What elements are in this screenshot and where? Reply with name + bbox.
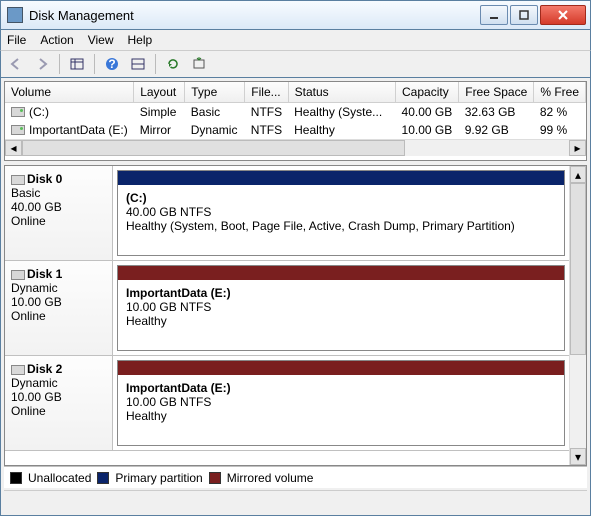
disk-icon (11, 270, 25, 280)
volume-body: (C:)40.00 GB NTFSHealthy (System, Boot, … (118, 185, 564, 255)
close-button[interactable] (540, 5, 586, 25)
content-area: Volume Layout Type File... Status Capaci… (0, 78, 591, 516)
menu-action[interactable]: Action (40, 33, 73, 47)
table-row[interactable]: ImportantData (E:)MirrorDynamicNTFSHealt… (5, 121, 586, 139)
disk-icon (11, 175, 25, 185)
disk-volumes: ImportantData (E:)10.00 GB NTFSHealthy (113, 356, 569, 450)
swatch-mirrored (209, 472, 221, 484)
volume-body: ImportantData (E:)10.00 GB NTFSHealthy (118, 375, 564, 445)
menu-bar: File Action View Help (0, 30, 591, 50)
volume-box[interactable]: ImportantData (E:)10.00 GB NTFSHealthy (117, 360, 565, 446)
col-free[interactable]: Free Space (459, 82, 534, 102)
disk-icon (11, 365, 25, 375)
refresh-button[interactable] (162, 53, 184, 75)
legend-primary: Primary partition (115, 471, 202, 485)
volume-box[interactable]: (C:)40.00 GB NTFSHealthy (System, Boot, … (117, 170, 565, 256)
scroll-up-button[interactable]: ▴ (570, 166, 586, 183)
scroll-thumb[interactable] (22, 140, 405, 156)
vertical-scrollbar[interactable]: ▴ ▾ (569, 166, 586, 465)
legend: Unallocated Primary partition Mirrored v… (4, 466, 587, 488)
volume-box[interactable]: ImportantData (E:)10.00 GB NTFSHealthy (117, 265, 565, 351)
help-button[interactable]: ? (101, 53, 123, 75)
title-bar: Disk Management (0, 0, 591, 30)
volume-body: ImportantData (E:)10.00 GB NTFSHealthy (118, 280, 564, 350)
scroll-thumb[interactable] (570, 183, 586, 355)
scroll-left-button[interactable]: ◂ (5, 140, 22, 156)
back-button[interactable] (5, 53, 27, 75)
disk-volumes: ImportantData (E:)10.00 GB NTFSHealthy (113, 261, 569, 355)
horizontal-scrollbar[interactable]: ◂ ▸ (5, 139, 586, 156)
disk-row: Disk 1Dynamic10.00 GBOnlineImportantData… (5, 261, 569, 356)
volume-table: Volume Layout Type File... Status Capaci… (5, 82, 586, 139)
disk-info[interactable]: Disk 0Basic40.00 GBOnline (5, 166, 113, 260)
col-file[interactable]: File... (245, 82, 288, 102)
disk-row: Disk 0Basic40.00 GBOnline(C:)40.00 GB NT… (5, 166, 569, 261)
col-capacity[interactable]: Capacity (396, 82, 459, 102)
col-layout[interactable]: Layout (134, 82, 185, 102)
scroll-down-button[interactable]: ▾ (570, 448, 586, 465)
col-pct[interactable]: % Free (534, 82, 586, 102)
table-header-row: Volume Layout Type File... Status Capaci… (5, 82, 586, 102)
drive-icon (11, 107, 25, 117)
col-volume[interactable]: Volume (5, 82, 134, 102)
view-bottom-button[interactable] (127, 53, 149, 75)
view-list-button[interactable] (66, 53, 88, 75)
legend-mirrored: Mirrored volume (227, 471, 314, 485)
menu-help[interactable]: Help (128, 33, 153, 47)
scroll-track[interactable] (570, 183, 586, 448)
disk-info[interactable]: Disk 1Dynamic10.00 GBOnline (5, 261, 113, 355)
forward-button[interactable] (31, 53, 53, 75)
volume-list-pane: Volume Layout Type File... Status Capaci… (4, 81, 587, 161)
drive-icon (11, 125, 25, 135)
disk-rows: Disk 0Basic40.00 GBOnline(C:)40.00 GB NT… (5, 166, 569, 465)
disk-row: Disk 2Dynamic10.00 GBOnlineImportantData… (5, 356, 569, 451)
minimize-button[interactable] (480, 5, 508, 25)
toolbar: ? (0, 50, 591, 78)
toolbar-separator (59, 54, 60, 74)
toolbar-separator (155, 54, 156, 74)
swatch-unallocated (10, 472, 22, 484)
toolbar-separator (94, 54, 95, 74)
scroll-right-button[interactable]: ▸ (569, 140, 586, 156)
volume-stripe (118, 266, 564, 280)
window-title: Disk Management (29, 8, 478, 23)
status-bar (4, 490, 587, 512)
svg-text:?: ? (108, 57, 115, 71)
app-icon (7, 7, 23, 23)
disk-info[interactable]: Disk 2Dynamic10.00 GBOnline (5, 356, 113, 450)
window-buttons (478, 5, 586, 25)
col-status[interactable]: Status (288, 82, 395, 102)
volume-stripe (118, 361, 564, 375)
volume-stripe (118, 171, 564, 185)
table-row[interactable]: (C:)SimpleBasicNTFSHealthy (Syste...40.0… (5, 102, 586, 121)
legend-unallocated: Unallocated (28, 471, 91, 485)
disk-volumes: (C:)40.00 GB NTFSHealthy (System, Boot, … (113, 166, 569, 260)
menu-view[interactable]: View (88, 33, 114, 47)
scroll-track[interactable] (22, 140, 569, 156)
col-type[interactable]: Type (185, 82, 245, 102)
disk-map-pane: Disk 0Basic40.00 GBOnline(C:)40.00 GB NT… (4, 165, 587, 466)
menu-file[interactable]: File (7, 33, 26, 47)
maximize-button[interactable] (510, 5, 538, 25)
rescan-button[interactable] (188, 53, 210, 75)
swatch-primary (97, 472, 109, 484)
